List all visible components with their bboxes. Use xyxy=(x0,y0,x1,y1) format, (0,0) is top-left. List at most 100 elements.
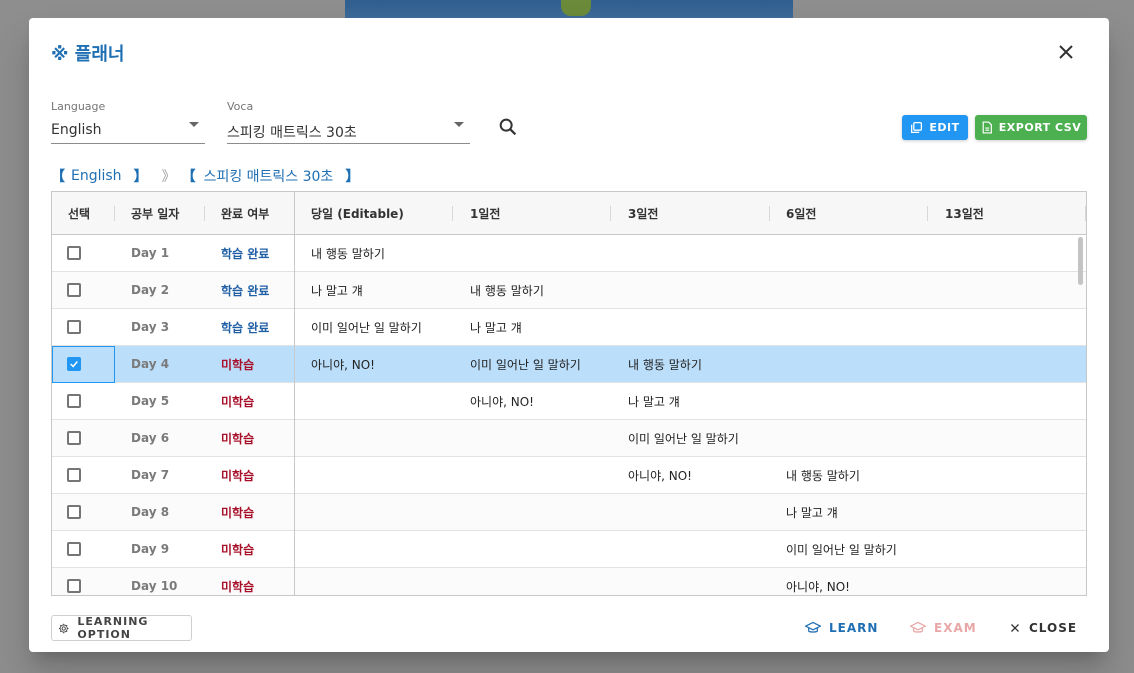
cell-today[interactable]: 나 말고 걔 xyxy=(311,272,363,308)
learning-option-label: LEARNING OPTION xyxy=(77,615,149,641)
bracket-close: 】 xyxy=(133,169,148,185)
cell-today[interactable]: 내 행동 말하기 xyxy=(311,235,385,271)
column-separator[interactable] xyxy=(452,206,453,221)
row-checkbox[interactable] xyxy=(67,283,81,297)
header-6-days-before[interactable]: 6일전 xyxy=(786,192,816,235)
close-icon xyxy=(1011,624,1019,632)
row-checkbox[interactable] xyxy=(67,431,81,445)
cell-1-day-before: 이미 일어난 일 말하기 xyxy=(470,357,581,372)
column-separator[interactable] xyxy=(114,206,115,221)
cell-completion: 학습 완료 xyxy=(221,246,270,261)
edit-button[interactable]: EDIT xyxy=(902,115,968,140)
cell-select xyxy=(67,568,81,595)
cell-study-day: Day 7 xyxy=(131,468,170,482)
cell-6-days-before: 내 행동 말하기 xyxy=(786,468,860,483)
bracket-open: 【 xyxy=(51,169,65,185)
header-13-days-before[interactable]: 13일전 xyxy=(945,192,984,235)
table-row[interactable]: Day 4 미학습 아니야, NO! 이미 일어난 일 말하기 내 행동 말하기 xyxy=(52,346,1086,383)
cell-focus-outline xyxy=(52,346,115,383)
header-select[interactable]: 선택 xyxy=(68,192,90,235)
dialog-title: ※ 플래너 xyxy=(51,44,125,65)
cell-1-day-before: 아니야, NO! xyxy=(470,394,534,409)
dialog-close-button[interactable] xyxy=(1054,40,1078,64)
learning-option-button[interactable]: LEARNING OPTION xyxy=(51,615,192,641)
edit-label: EDIT xyxy=(929,121,960,134)
table-row[interactable]: Day 1 학습 완료 내 행동 말하기 xyxy=(52,235,1086,272)
search-icon xyxy=(499,118,517,136)
breadcrumb-separator: 》 xyxy=(161,169,176,185)
voca-select[interactable]: Voca 스피킹 매트릭스 30초 xyxy=(227,100,470,144)
breadcrumb-language[interactable]: English xyxy=(71,168,122,184)
header-completion[interactable]: 완료 여부 xyxy=(221,192,269,235)
row-checkbox[interactable] xyxy=(67,468,81,482)
row-checkbox[interactable] xyxy=(67,320,81,334)
cell-select xyxy=(67,272,81,308)
cell-study-day: Day 5 xyxy=(131,394,170,408)
grid-body: Day 1 학습 완료 내 행동 말하기 Day 2 학습 완료 나 말고 걔내 행동 말… xyxy=(52,235,1086,595)
school-icon xyxy=(805,621,821,633)
cell-completion: 미학습 xyxy=(221,542,255,557)
cell-select xyxy=(67,235,81,271)
column-separator[interactable] xyxy=(927,206,928,221)
table-row[interactable]: Day 10 미학습 아니야, NO! xyxy=(52,568,1086,595)
cell-today[interactable]: 이미 일어난 일 말하기 xyxy=(311,309,422,345)
cell-6-days-before: 이미 일어난 일 말하기 xyxy=(786,542,897,557)
table-row[interactable]: Day 9 미학습 이미 일어난 일 말하기 xyxy=(52,531,1086,568)
table-row[interactable]: Day 2 학습 완료 나 말고 걔 내 행동 말하기 xyxy=(52,272,1086,309)
table-row[interactable]: Day 8 미학습 나 말고 걔 xyxy=(52,494,1086,531)
row-checkbox[interactable] xyxy=(67,505,81,519)
table-row[interactable]: Day 6 미학습 이미 일어난 일 말하기 xyxy=(52,420,1086,457)
vertical-scrollbar[interactable] xyxy=(1078,237,1083,285)
search-button[interactable] xyxy=(497,116,519,138)
breadcrumb-voca[interactable]: 스피킹 매트릭스 30초 xyxy=(204,166,334,186)
cell-select xyxy=(67,531,81,567)
table-row[interactable]: Day 7 미학습 아니야, NO! 내 행동 말하기 xyxy=(52,457,1086,494)
header-1-day-before[interactable]: 1일전 xyxy=(470,192,500,235)
language-value: English xyxy=(51,122,102,138)
column-separator[interactable] xyxy=(1085,206,1086,221)
table-row[interactable]: Day 5 미학습 아니야, NO! 나 말고 걔 xyxy=(52,383,1086,420)
learn-button[interactable]: LEARN xyxy=(805,615,878,641)
cell-3-days-before: 나 말고 걔 xyxy=(628,394,680,409)
cell-select xyxy=(67,309,81,345)
column-separator[interactable] xyxy=(204,206,205,221)
exam-label: EXAM xyxy=(934,621,977,635)
cell-study-day: Day 4 xyxy=(131,357,170,371)
cell-3-days-before: 내 행동 말하기 xyxy=(628,357,702,372)
table-row[interactable]: Day 3 학습 완료 이미 일어난 일 말하기 나 말고 걔 xyxy=(52,309,1086,346)
chevron-down-icon xyxy=(189,122,199,127)
cell-study-day: Day 10 xyxy=(131,579,178,593)
cell-study-day: Day 3 xyxy=(131,320,170,334)
planner-grid: 선택 공부 일자 완료 여부 당일 (Editable) 1일전 3일전 6일전… xyxy=(51,191,1087,596)
cell-select xyxy=(67,494,81,530)
copy-edit-icon xyxy=(911,121,923,134)
language-select[interactable]: Language English xyxy=(51,100,205,144)
row-checkbox[interactable] xyxy=(67,357,81,371)
close-label: CLOSE xyxy=(1029,621,1078,635)
cell-today[interactable]: 아니야, NO! xyxy=(311,346,375,382)
cell-completion: 미학습 xyxy=(221,394,255,409)
chevron-down-icon xyxy=(454,122,464,127)
header-study-day[interactable]: 공부 일자 xyxy=(131,192,179,235)
close-button[interactable]: CLOSE xyxy=(1009,615,1077,641)
gear-icon xyxy=(58,623,69,633)
export-csv-button[interactable]: EXPORT CSV xyxy=(975,115,1087,140)
row-checkbox[interactable] xyxy=(67,542,81,556)
row-checkbox[interactable] xyxy=(67,246,81,260)
row-checkbox[interactable] xyxy=(67,394,81,408)
exam-button[interactable]: EXAM xyxy=(910,615,977,641)
header-today[interactable]: 당일 (Editable) xyxy=(311,192,404,235)
cell-3-days-before: 아니야, NO! xyxy=(628,468,692,483)
row-checkbox[interactable] xyxy=(67,579,81,593)
cell-1-day-before: 내 행동 말하기 xyxy=(470,283,544,298)
grid-header: 선택 공부 일자 완료 여부 당일 (Editable) 1일전 3일전 6일전… xyxy=(52,192,1086,235)
background-artwork xyxy=(345,0,793,18)
cell-select xyxy=(67,346,81,382)
column-separator[interactable] xyxy=(610,206,611,221)
column-separator[interactable] xyxy=(769,206,770,221)
header-3-days-before[interactable]: 3일전 xyxy=(628,192,658,235)
cell-study-day: Day 9 xyxy=(131,542,170,556)
cell-select xyxy=(67,420,81,456)
cell-study-day: Day 8 xyxy=(131,505,170,519)
check-icon xyxy=(70,361,78,368)
